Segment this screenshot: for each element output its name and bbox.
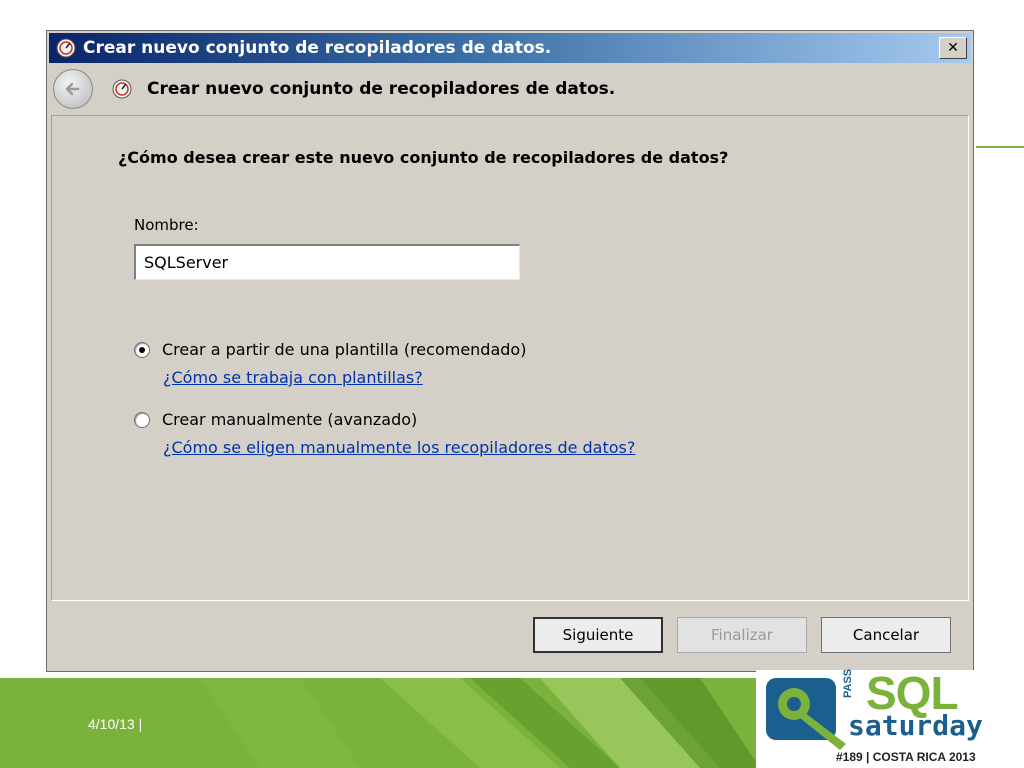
performance-monitor-icon bbox=[55, 37, 77, 59]
window-title: Crear nuevo conjunto de recopiladores de… bbox=[83, 38, 552, 58]
back-arrow-icon bbox=[65, 82, 80, 96]
performance-monitor-icon bbox=[111, 78, 133, 100]
question-heading: ¿Cómo desea crear este nuevo conjunto de… bbox=[118, 148, 729, 167]
wizard-footer: Siguiente Finalizar Cancelar bbox=[49, 603, 971, 669]
close-icon: ✕ bbox=[947, 40, 959, 56]
wizard-dialog: Crear nuevo conjunto de recopiladores de… bbox=[46, 30, 974, 672]
name-input[interactable] bbox=[134, 244, 520, 280]
wizard-header: Crear nuevo conjunto de recopiladores de… bbox=[49, 65, 971, 113]
radio-template[interactable]: Crear a partir de una plantilla (recomen… bbox=[134, 340, 526, 359]
back-button[interactable] bbox=[53, 69, 93, 109]
radio-button-selected[interactable] bbox=[134, 341, 150, 358]
radio-label: Crear a partir de una plantilla (recomen… bbox=[162, 340, 527, 359]
wizard-content: ¿Cómo desea crear este nuevo conjunto de… bbox=[51, 115, 969, 601]
cancel-button[interactable]: Cancelar bbox=[821, 617, 951, 653]
close-button[interactable]: ✕ bbox=[939, 37, 967, 59]
help-link-templates[interactable]: ¿Cómo se trabaja con plantillas? bbox=[163, 368, 423, 387]
title-bar[interactable]: Crear nuevo conjunto de recopiladores de… bbox=[49, 33, 971, 63]
accent-line bbox=[976, 146, 1024, 148]
help-link-manual[interactable]: ¿Cómo se eligen manualmente los recopila… bbox=[163, 438, 635, 457]
radio-button[interactable] bbox=[134, 411, 150, 428]
next-button[interactable]: Siguiente bbox=[533, 617, 663, 653]
radio-manual[interactable]: Crear manualmente (avanzado) bbox=[134, 410, 417, 429]
radio-label: Crear manualmente (avanzado) bbox=[162, 410, 418, 429]
key-logo-icon bbox=[766, 678, 846, 750]
name-label: Nombre: bbox=[134, 216, 199, 234]
logo-event-text: #189 | COSTA RICA 2013 bbox=[836, 750, 976, 764]
finish-button[interactable]: Finalizar bbox=[677, 617, 807, 653]
slide-date: 4/10/13 | bbox=[88, 716, 143, 732]
logo-pass-text: PASS bbox=[842, 668, 854, 698]
logo-saturday-text: saturday bbox=[848, 709, 983, 742]
wizard-title: Crear nuevo conjunto de recopiladores de… bbox=[147, 79, 616, 99]
